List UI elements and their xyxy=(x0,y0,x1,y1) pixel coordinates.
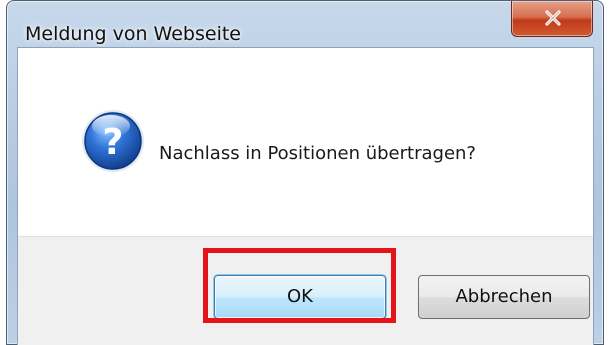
close-button[interactable] xyxy=(511,1,593,37)
ok-button[interactable]: OK xyxy=(214,275,386,319)
dialog-title: Meldung von Webseite xyxy=(25,23,241,45)
dialog-client-area: ? Nachlass in Positionen übertragen? OK … xyxy=(17,47,594,345)
close-icon xyxy=(545,10,561,26)
button-strip: OK Abbrechen xyxy=(18,236,593,345)
message-text: Nachlass in Positionen übertragen? xyxy=(159,143,476,164)
svg-text:?: ? xyxy=(103,122,124,163)
screen: Meldung von Webseite ? Nachlass in Posit… xyxy=(0,0,612,345)
title-bar[interactable]: Meldung von Webseite xyxy=(7,1,603,45)
question-icon: ? xyxy=(82,110,144,172)
dialog-window: Meldung von Webseite ? Nachlass in Posit… xyxy=(6,0,604,345)
cancel-button[interactable]: Abbrechen xyxy=(418,275,590,319)
message-area: ? Nachlass in Positionen übertragen? xyxy=(18,48,593,236)
